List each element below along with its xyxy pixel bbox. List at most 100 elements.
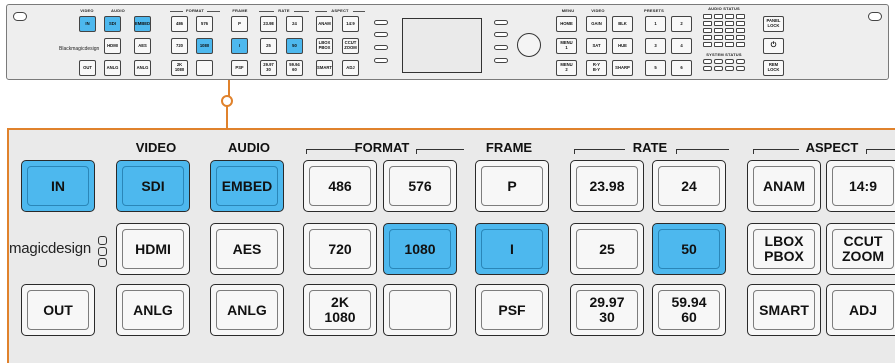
format-2k-1080-button[interactable]: 2K 1080 <box>303 284 377 336</box>
rate-23-98-button[interactable]: 23.98 <box>570 160 644 212</box>
format-486-label: 486 <box>309 166 371 206</box>
mini-key-anlg-audio[interactable]: ANLG <box>134 60 151 76</box>
mini-key-anam[interactable]: ANAM <box>316 16 333 32</box>
audio-status-led <box>736 42 745 47</box>
mini-key-i[interactable]: I <box>231 38 248 54</box>
mini-key-blank[interactable] <box>196 60 213 76</box>
power-icon[interactable]: ⏻ <box>763 38 784 54</box>
rotary-knob[interactable] <box>517 33 541 57</box>
mini-key-25[interactable]: 25 <box>260 38 277 54</box>
mini-key-24[interactable]: 24 <box>286 16 303 32</box>
rate-50-button[interactable]: 50 <box>652 223 726 275</box>
mini-key-anlg-video[interactable]: ANLG <box>104 60 121 76</box>
ccut-zoom-button[interactable]: CCUT ZOOM <box>826 223 895 275</box>
soft-key-pill[interactable] <box>494 45 508 50</box>
mini-key-720[interactable]: 720 <box>171 38 188 54</box>
format-576-button[interactable]: 576 <box>383 160 457 212</box>
mini-header-audio-status: AUDIO STATUS <box>708 6 740 11</box>
mini-key-23-98[interactable]: 23.98 <box>260 16 277 32</box>
mini-key-preset-5[interactable]: 5 <box>645 60 666 76</box>
mini-key-sharp[interactable]: SHARP <box>612 60 633 76</box>
aspect-14-9-button[interactable]: 14:9 <box>826 160 895 212</box>
rate-59-94-60-button[interactable]: 59.94 60 <box>652 284 726 336</box>
audio-status-led <box>725 14 734 19</box>
mini-key-blk[interactable]: BLK <box>612 16 633 32</box>
format-486-button[interactable]: 486 <box>303 160 377 212</box>
mini-key-menu-2[interactable]: MENU 2 <box>556 60 577 76</box>
adj-button[interactable]: ADJ <box>826 284 895 336</box>
hdmi-button[interactable]: HDMI <box>116 223 190 275</box>
mini-key-rem-lock[interactable]: REM LOCK <box>763 60 784 76</box>
soft-key-pill[interactable] <box>494 58 508 63</box>
header-rule <box>574 149 625 154</box>
audio-status-led <box>725 28 734 33</box>
mini-key-preset-2[interactable]: 2 <box>671 16 692 32</box>
mini-key-sat[interactable]: SAT <box>586 38 607 54</box>
mini-key-hue[interactable]: HUE <box>612 38 633 54</box>
header-rule <box>866 149 895 154</box>
mini-key-486[interactable]: 486 <box>171 16 188 32</box>
anlg-audio-button[interactable]: ANLG <box>210 284 284 336</box>
mini-key-preset-3[interactable]: 3 <box>645 38 666 54</box>
mini-key-adj[interactable]: ADJ <box>342 60 359 76</box>
mini-key-gain[interactable]: GAIN <box>586 16 607 32</box>
mini-key-preset-1[interactable]: 1 <box>645 16 666 32</box>
smart-button[interactable]: SMART <box>747 284 821 336</box>
mini-key-aes[interactable]: AES <box>134 38 151 54</box>
mini-key-hdmi[interactable]: HDMI <box>104 38 121 54</box>
mini-key-50[interactable]: 50 <box>286 38 303 54</box>
mini-key-59-94[interactable]: 59.94 60 <box>286 60 303 76</box>
mini-key-2k-1080[interactable]: 2K 1080 <box>171 60 188 76</box>
in-button[interactable]: IN <box>21 160 95 212</box>
mini-key-preset-4[interactable]: 4 <box>671 38 692 54</box>
soft-key-pill[interactable] <box>494 32 508 37</box>
mini-key-ccut-zoom[interactable]: CCUT ZOOM <box>342 38 359 54</box>
lbox-pbox-button[interactable]: LBOX PBOX <box>747 223 821 275</box>
frame-psf-label: PSF <box>481 290 543 330</box>
hdmi-button-label: HDMI <box>122 229 184 269</box>
out-button[interactable]: OUT <box>21 284 95 336</box>
mini-key-576[interactable]: 576 <box>196 16 213 32</box>
sdi-button[interactable]: SDI <box>116 160 190 212</box>
rate-23-98-label: 23.98 <box>576 166 638 206</box>
mini-key-sdi[interactable]: SDI <box>104 16 121 32</box>
mini-key-29-97[interactable]: 29.97 30 <box>260 60 277 76</box>
anlg-video-button[interactable]: ANLG <box>116 284 190 336</box>
mini-header-video2: VIDEO <box>591 8 605 13</box>
anlg-audio-label: ANLG <box>216 290 278 330</box>
logo-mark <box>98 258 107 267</box>
mini-key-preset-6[interactable]: 6 <box>671 60 692 76</box>
rate-24-button[interactable]: 24 <box>652 160 726 212</box>
frame-psf-button[interactable]: PSF <box>475 284 549 336</box>
aes-button-label: AES <box>216 229 278 269</box>
audio-status-led <box>703 28 712 33</box>
indicator-pill <box>374 45 388 50</box>
rate-25-button[interactable]: 25 <box>570 223 644 275</box>
mini-key-in[interactable]: IN <box>79 16 96 32</box>
mini-key-1080[interactable]: 1080 <box>196 38 213 54</box>
format-1080-button[interactable]: 1080 <box>383 223 457 275</box>
aes-button[interactable]: AES <box>210 223 284 275</box>
mini-key-panel-lock[interactable]: PANEL LOCK <box>763 16 784 32</box>
mini-key-home[interactable]: HOME <box>556 16 577 32</box>
soft-key-pill[interactable] <box>494 20 508 25</box>
frame-i-button[interactable]: I <box>475 223 549 275</box>
format-720-button[interactable]: 720 <box>303 223 377 275</box>
mini-key-embed[interactable]: EMBED <box>134 16 151 32</box>
mini-key-out[interactable]: OUT <box>79 60 96 76</box>
format-blank-button[interactable] <box>383 284 457 336</box>
mini-key-smart[interactable]: SMART <box>316 60 333 76</box>
rate-29-97-30-button[interactable]: 29.97 30 <box>570 284 644 336</box>
mini-header-rate: RATE <box>274 8 294 13</box>
mini-key-menu-1[interactable]: MENU 1 <box>556 38 577 54</box>
mini-key-ry-by[interactable]: R-Y B-Y <box>586 60 607 76</box>
lbox-pbox-label: LBOX PBOX <box>753 229 815 269</box>
mini-key-psf[interactable]: PSF <box>231 60 248 76</box>
mini-key-14-9[interactable]: 14:9 <box>342 16 359 32</box>
mini-key-lbox-pbox[interactable]: LBOX PBOX <box>316 38 333 54</box>
frame-p-button[interactable]: P <box>475 160 549 212</box>
header-rule <box>676 149 729 154</box>
anam-button[interactable]: ANAM <box>747 160 821 212</box>
embed-button[interactable]: EMBED <box>210 160 284 212</box>
mini-key-p[interactable]: P <box>231 16 248 32</box>
